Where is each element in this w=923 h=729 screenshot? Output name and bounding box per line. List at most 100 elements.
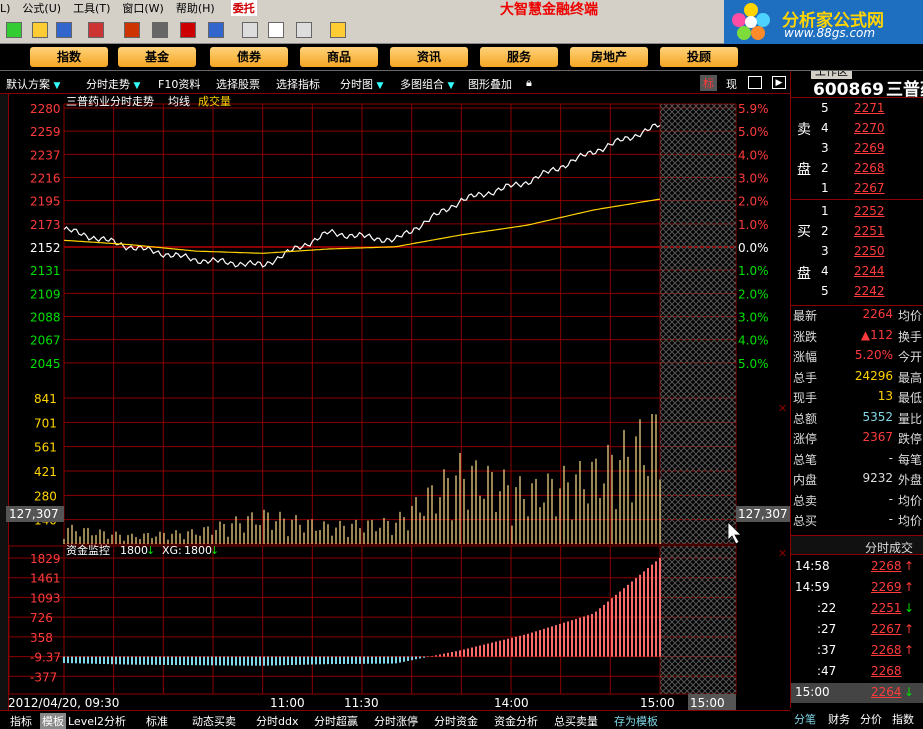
menu-item-l[interactable]: L) <box>0 2 10 15</box>
ask-price[interactable]: 2267 <box>854 181 885 195</box>
pct-axis-label: 1.0% <box>738 218 769 232</box>
bid-price[interactable]: 2242 <box>854 284 885 298</box>
bottom-tab-1[interactable]: 模板 <box>40 713 66 729</box>
play-right-icon[interactable]: ▶ <box>772 76 786 89</box>
flag-icon[interactable] <box>88 22 104 38</box>
bid-label-2: 盘 <box>797 266 811 282</box>
hatch-area <box>660 104 736 544</box>
fund-value-1: 1800 <box>120 544 148 557</box>
stat-label: 涨幅 <box>793 350 818 364</box>
time-axis-label: 11:30 <box>344 696 379 710</box>
bid-level: 5 <box>821 284 829 298</box>
entrust-button[interactable]: 委托 <box>230 0 257 16</box>
diamond-icon[interactable] <box>152 22 168 38</box>
pct-axis-label: 5.0% <box>738 125 769 139</box>
bottom-tab-5[interactable]: 分时ddx <box>256 713 298 729</box>
biao-button[interactable]: 标 <box>700 75 717 91</box>
tick-time: :37 <box>817 643 837 657</box>
stat-label: 内盘 <box>793 473 818 487</box>
nav-fund-button[interactable]: 基金 <box>118 47 196 67</box>
bid-level: 3 <box>821 244 829 258</box>
bottom-tab-0[interactable]: 指标 <box>10 713 32 729</box>
bid-price[interactable]: 2252 <box>854 204 885 218</box>
xian-button[interactable]: 现 <box>726 76 737 92</box>
menu-item-tools[interactable]: 工具(T) <box>73 0 110 16</box>
maximize-icon[interactable] <box>748 76 762 89</box>
globe-icon[interactable] <box>208 22 224 38</box>
red-ball-icon[interactable] <box>180 22 196 38</box>
time-trend-select[interactable]: 分时走势 ▼ <box>86 76 140 92</box>
tick-price: 2268 <box>871 643 902 657</box>
nav-advisor-button[interactable]: 投顾 <box>660 47 738 67</box>
bottom-tab-10[interactable]: 总买卖量 <box>554 713 598 729</box>
bottom-tab-11[interactable]: 存为模板 <box>614 713 658 729</box>
price-axis-label: 2259 <box>30 125 61 139</box>
menu-item-help[interactable]: 帮助(H) <box>176 0 215 16</box>
dropdown-arrow-icon: ▼ <box>133 81 141 91</box>
chart-icon[interactable] <box>32 22 48 38</box>
options-bar: 默认方案 ▼ 分时走势 ▼ F10资料 选择股票 选择指标 分时图 ▼ 多图组合… <box>0 72 790 94</box>
help-pointer-icon[interactable] <box>330 22 346 38</box>
menu-item-formula[interactable]: 公式(U) <box>22 0 61 16</box>
tool-icon[interactable] <box>124 22 140 38</box>
bottom-tab-8[interactable]: 分时资金 <box>434 713 478 729</box>
ask-label-1: 卖 <box>797 122 811 138</box>
right-tab-3[interactable]: 指数 <box>892 711 914 727</box>
ask-price[interactable]: 2270 <box>854 121 885 135</box>
bottom-tab-2[interactable]: Level2分析 <box>68 713 126 729</box>
nav-realestate-button[interactable]: 房地产 <box>570 47 648 67</box>
f10-button[interactable]: F10资料 <box>158 76 200 92</box>
bid-price[interactable]: 2250 <box>854 244 885 258</box>
time-chart-select[interactable]: 分时图 ▼ <box>340 76 383 92</box>
lock-icon[interactable]: 🔒︎ <box>526 76 532 90</box>
bottom-tab-3[interactable]: 标准 <box>146 713 168 729</box>
right-tab-2[interactable]: 分价 <box>860 711 882 727</box>
brand-banner: 分析家公式网 www.88gs.com <box>724 0 923 44</box>
menu-item-window[interactable]: 窗口(W) <box>122 0 163 16</box>
price-axis-label: 2067 <box>30 334 61 348</box>
time-end-readout: 15:00 <box>690 696 725 710</box>
bid-price[interactable]: 2251 <box>854 224 885 238</box>
binoculars-icon[interactable] <box>56 22 72 38</box>
print-icon[interactable] <box>242 22 258 38</box>
default-scheme-label: 默认方案 <box>6 78 50 91</box>
layout-icon[interactable] <box>296 22 312 38</box>
pct-axis-label: 5.9% <box>738 102 769 116</box>
close-icon[interactable]: ✕ <box>778 547 787 560</box>
multi-combo-select[interactable]: 多图组合 ▼ <box>400 76 454 92</box>
ask-price[interactable]: 2271 <box>854 101 885 115</box>
stat-value: 5352 <box>862 409 893 424</box>
bottom-tabs: 指标 模板 Level2分析 标准 动态买卖 分时ddx 分时超赢 分时涨停 分时资金 资金分析总… <box>0 710 790 729</box>
nav-commodity-button[interactable]: 商品 <box>300 47 378 67</box>
after-hours-hatch <box>660 104 736 694</box>
select-stocks-button[interactable]: 选择股票 <box>216 76 260 92</box>
overlay-button[interactable]: 图形叠加 <box>468 76 512 92</box>
nav-bond-button[interactable]: 债券 <box>210 47 288 67</box>
nav-news-button[interactable]: 资讯 <box>390 47 468 67</box>
timeshare-chart[interactable]: 2280 5.9% 2259 5.0% 2237 4.0% 2216 3.0% 2195 2.0%… <box>0 94 790 710</box>
right-tab-1[interactable]: 财务 <box>828 711 850 727</box>
hatch-area <box>660 546 736 694</box>
window-icon[interactable] <box>268 22 284 38</box>
ask-price[interactable]: 2269 <box>854 141 885 155</box>
default-scheme-select[interactable]: 默认方案 ▼ <box>6 76 60 92</box>
time-axis-label: 11:00 <box>270 696 305 710</box>
ask-price[interactable]: 2268 <box>854 161 885 175</box>
bottom-tab-4[interactable]: 动态买卖 <box>192 713 236 729</box>
bottom-tab-7[interactable]: 分时涨停 <box>374 713 418 729</box>
bottom-tab-9[interactable]: 资金分析 <box>494 713 538 729</box>
close-icon[interactable]: ✕ <box>778 402 787 415</box>
select-indicator-button[interactable]: 选择指标 <box>276 76 320 92</box>
grid-icon[interactable] <box>6 22 22 38</box>
dropdown-arrow-icon: ▼ <box>447 81 455 91</box>
price-axis-label: 2152 <box>30 241 61 255</box>
bottom-tab-6[interactable]: 分时超赢 <box>314 713 358 729</box>
stat-right-label: 均价 <box>898 309 923 323</box>
fund-panel-title: 资金监控 <box>66 543 110 557</box>
nav-service-button[interactable]: 服务 <box>480 47 558 67</box>
dropdown-arrow-icon: ▼ <box>53 81 61 91</box>
bid-price[interactable]: 2244 <box>854 264 885 278</box>
nav-index-button[interactable]: 指数 <box>30 47 108 67</box>
arrow-down-icon: ↓ <box>904 601 915 615</box>
right-tab-0[interactable]: 分笔 <box>794 711 816 727</box>
